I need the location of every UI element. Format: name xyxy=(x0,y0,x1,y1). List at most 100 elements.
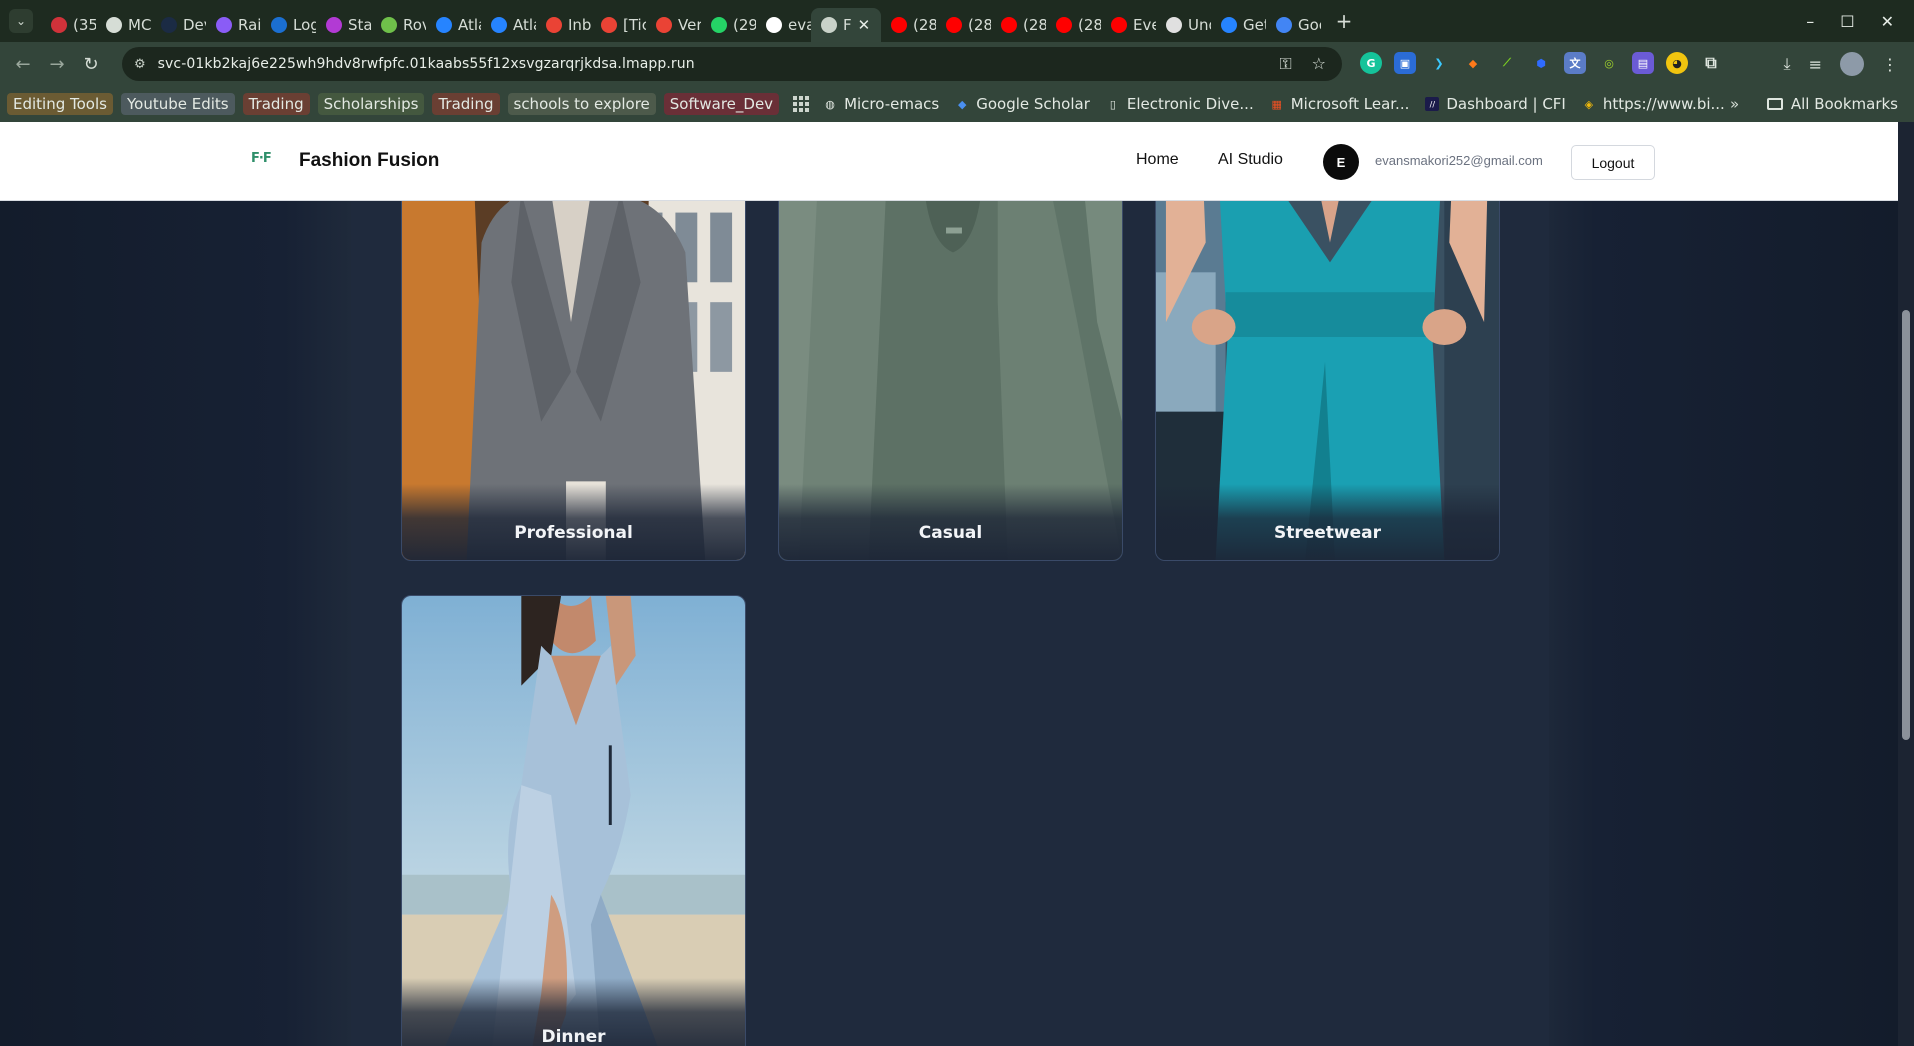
d-letter-icon xyxy=(161,17,177,33)
card-label-shade xyxy=(402,484,745,560)
bookmark-google-scholar[interactable]: ◆ Google Scholar xyxy=(955,95,1090,113)
all-bookmarks-button[interactable]: All Bookmarks xyxy=(1766,95,1898,113)
play-extension-icon[interactable]: ❯ xyxy=(1428,52,1450,74)
tab-title: (282 xyxy=(968,16,991,34)
browser-tab[interactable]: Rain xyxy=(206,8,261,42)
page-scrollbar[interactable] xyxy=(1898,122,1914,1046)
reload-button[interactable]: ↻ xyxy=(74,54,108,75)
back-button[interactable]: ← xyxy=(6,54,40,75)
browser-menu-icon[interactable]: ⋮ xyxy=(1882,55,1898,74)
browser-tab[interactable]: (282 xyxy=(1046,8,1101,42)
scrollbar-thumb[interactable] xyxy=(1902,310,1910,740)
bookmark-folder-trading[interactable]: Trading xyxy=(242,93,310,115)
tampermonkey-extension-icon[interactable]: ▣ xyxy=(1394,52,1416,74)
close-tab-icon[interactable]: ✕ xyxy=(858,16,871,34)
category-label: Professional xyxy=(514,523,633,543)
browser-tab[interactable]: Log xyxy=(261,8,316,42)
profile-avatar[interactable] xyxy=(1840,52,1864,76)
toolbar-right: ⤓ ≡ ⋮ xyxy=(1784,52,1898,76)
nav-ai-studio-link[interactable]: AI Studio xyxy=(1218,151,1283,169)
browser-tab[interactable]: Atla xyxy=(481,8,536,42)
browser-tab[interactable]: (282 xyxy=(881,8,936,42)
chart-extension-icon[interactable]: ⟋ xyxy=(1496,52,1518,74)
tab-search-button[interactable]: ⌄ xyxy=(9,9,33,33)
category-card-dinner[interactable]: Dinner xyxy=(401,595,746,1046)
bookmarks-bar: Editing Tools Youtube Edits Trading Scho… xyxy=(0,86,1914,122)
extensions-puzzle-icon[interactable]: ⧉ xyxy=(1700,52,1722,74)
youtube-icon xyxy=(1001,17,1017,33)
browser-tab[interactable]: Eve xyxy=(1101,8,1156,42)
browser-tab[interactable]: Gett xyxy=(1211,8,1266,42)
minimize-icon[interactable]: – xyxy=(1806,12,1814,31)
category-label: Casual xyxy=(918,523,983,543)
twitch-extension-icon[interactable]: ▤ xyxy=(1632,52,1654,74)
tab-title: Rov xyxy=(403,16,426,34)
document-icon: ▯ xyxy=(1109,97,1116,111)
tab-title: Inbo xyxy=(568,16,591,34)
browser-tab[interactable]: (350 xyxy=(41,8,96,42)
browser-tab[interactable]: Rov xyxy=(371,8,426,42)
atlassian-icon xyxy=(436,17,452,33)
bookmark-folder-trading-2[interactable]: Trading xyxy=(432,93,500,115)
translate-extension-icon[interactable]: 文 xyxy=(1564,52,1586,74)
browser-tab[interactable]: F ✕ xyxy=(811,8,881,42)
new-tab-button[interactable]: + xyxy=(1329,9,1359,33)
tab-title: [Tick xyxy=(623,16,646,34)
bookmark-electronic-dive[interactable]: ▯ Electronic Dive... xyxy=(1106,95,1254,113)
bookmark-folder-software-dev[interactable]: Software_Dev xyxy=(663,93,780,115)
close-window-icon[interactable]: ✕ xyxy=(1881,12,1894,31)
fox-extension-icon[interactable]: ◆ xyxy=(1462,52,1484,74)
grammarly-extension-icon[interactable]: G xyxy=(1360,52,1382,74)
pacman-extension-icon[interactable]: ◕ xyxy=(1666,52,1688,74)
browser-tab[interactable]: evan xyxy=(756,8,811,42)
browser-tab[interactable]: [Tick xyxy=(591,8,646,42)
bookmark-folder-schools[interactable]: schools to explore xyxy=(507,93,656,115)
bookmarks-overflow-button[interactable]: » xyxy=(1730,95,1739,113)
browser-tab[interactable]: Stab xyxy=(316,8,371,42)
browser-tab[interactable]: Dev xyxy=(151,8,206,42)
bookmark-folder-scholarships[interactable]: Scholarships xyxy=(317,93,425,115)
media-queue-icon[interactable]: ≡ xyxy=(1809,55,1822,74)
gmail-icon xyxy=(656,17,672,33)
tabs-container: (350 MCP Dev Rain Log Stab Rov Atla Atla Inbo [Tic… xyxy=(41,0,1321,42)
youtube-icon xyxy=(946,17,962,33)
tab-title: (282 xyxy=(1023,16,1046,34)
download-icon[interactable]: ⤓ xyxy=(1784,54,1791,74)
brand-name[interactable]: Fashion Fusion xyxy=(299,150,439,172)
browser-tab[interactable]: Atla xyxy=(426,8,481,42)
tab-title: (282 xyxy=(1078,16,1101,34)
browser-tab[interactable]: (29) xyxy=(701,8,756,42)
forward-button[interactable]: → xyxy=(40,54,74,75)
nav-home-link[interactable]: Home xyxy=(1136,151,1179,169)
bookmark-micro-emacs[interactable]: ◍ Micro-emacs xyxy=(823,95,939,113)
bookmark-folder-youtube-edits[interactable]: Youtube Edits xyxy=(120,93,235,115)
category-label: Dinner xyxy=(541,1027,606,1046)
apps-grid-icon[interactable] xyxy=(793,96,810,112)
bookmark-star-icon[interactable]: ☆ xyxy=(1312,54,1326,74)
bookmark-microsoft-learn[interactable]: ▦ Microsoft Lear... xyxy=(1270,95,1410,113)
browser-tab-strip: ⌄ (350 MCP Dev Rain Log Stab Rov Atla Atla Inbo [T… xyxy=(0,0,1914,42)
address-bar[interactable]: ⚙ svc-01kb2kaj6e225wh9hdv8rwfpfc.01kaabs… xyxy=(122,47,1342,81)
bookmark-binance[interactable]: ◈ https://www.bi... xyxy=(1582,95,1725,113)
browser-tab[interactable]: Inbo xyxy=(536,8,591,42)
fashion-fusion-logo[interactable]: F·F xyxy=(251,151,273,169)
browser-tab[interactable]: Veri xyxy=(646,8,701,42)
gmail-icon xyxy=(601,17,617,33)
user-avatar[interactable]: E xyxy=(1323,144,1359,180)
browser-tab[interactable]: Goo xyxy=(1266,8,1321,42)
circle-extension-icon[interactable]: ◎ xyxy=(1598,52,1620,74)
rainbow-icon xyxy=(216,17,232,33)
browser-tab[interactable]: Und xyxy=(1156,8,1211,42)
site-info-icon[interactable]: ⚙ xyxy=(134,57,146,72)
shield-extension-icon[interactable]: ⬢ xyxy=(1530,52,1552,74)
maximize-icon[interactable]: ☐ xyxy=(1840,12,1854,31)
browser-tab[interactable]: (282 xyxy=(936,8,991,42)
logout-button[interactable]: Logout xyxy=(1571,145,1655,180)
bookmark-folder-editing-tools[interactable]: Editing Tools xyxy=(7,93,113,115)
bookmark-cfi-dashboard[interactable]: //Dashboard | CFI xyxy=(1425,95,1566,113)
password-key-icon[interactable]: ⚿ xyxy=(1279,54,1291,74)
tab-title: Und xyxy=(1188,16,1211,34)
browser-tab[interactable]: MCP xyxy=(96,8,151,42)
browser-tab[interactable]: (282 xyxy=(991,8,1046,42)
url-text[interactable]: svc-01kb2kaj6e225wh9hdv8rwfpfc.01kaabs55… xyxy=(158,56,695,72)
